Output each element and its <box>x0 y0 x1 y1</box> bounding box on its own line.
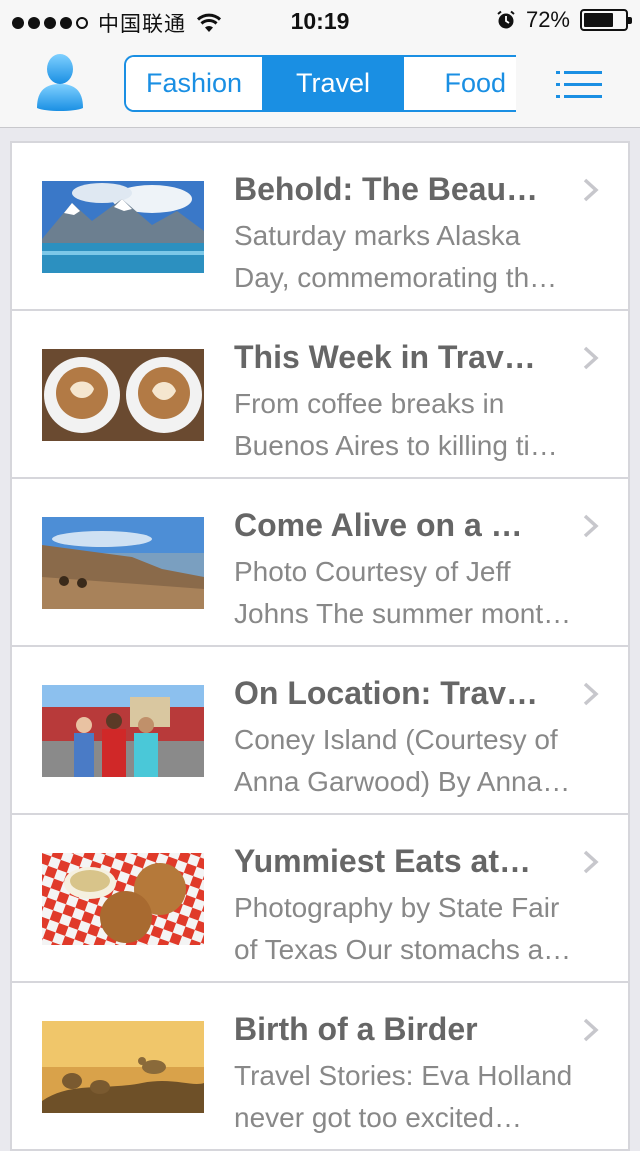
people-boardwalk-photo <box>42 685 204 777</box>
article-title: This Week in Trav… <box>234 339 536 375</box>
list-menu-icon[interactable] <box>556 70 602 100</box>
article-title: Behold: The Beau… <box>234 171 539 207</box>
article-row[interactable]: On Location: Trav… Coney Island (Courtes… <box>10 645 630 815</box>
birds-sunset-photo <box>42 1021 204 1113</box>
chevron-right-icon <box>583 514 599 538</box>
tab-travel[interactable]: Travel <box>264 57 404 110</box>
mountain-lake-photo <box>42 181 204 273</box>
article-description: From coffee breaks in Buenos Aires to ki… <box>234 388 558 461</box>
status-bar: 中国联通 10:19 72% <box>0 0 640 40</box>
article-list: Behold: The Beau… Saturday marks Alaska … <box>10 141 630 1151</box>
article-row[interactable]: Birth of a Birder Travel Stories: Eva Ho… <box>10 981 630 1151</box>
article-description: Photography by State Fair of Texas Our s… <box>234 892 572 965</box>
article-title: Come Alive on a … <box>234 507 523 543</box>
article-row[interactable]: This Week in Trav… From coffee breaks in… <box>10 309 630 479</box>
category-segmented-control: Fashion Travel Food <box>124 55 516 112</box>
article-title: Birth of a Birder <box>234 1011 478 1047</box>
nav-bar: Fashion Travel Food <box>0 40 640 128</box>
tab-fashion[interactable]: Fashion <box>126 57 264 110</box>
article-description: Travel Stories: Eva Holland never got to… <box>234 1060 573 1133</box>
chevron-right-icon <box>583 1018 599 1042</box>
article-description: Saturday marks Alaska Day, commemorating… <box>234 220 558 293</box>
article-title: On Location: Trav… <box>234 675 539 711</box>
beach-photo <box>42 517 204 609</box>
tab-food[interactable]: Food <box>404 57 516 110</box>
latte-cups-photo <box>42 349 204 441</box>
chevron-right-icon <box>583 850 599 874</box>
battery-icon <box>580 9 632 31</box>
article-row[interactable]: Yummiest Eats at… Photography by State F… <box>10 813 630 983</box>
article-title: Yummiest Eats at… <box>234 843 531 879</box>
chevron-right-icon <box>583 178 599 202</box>
chevron-right-icon <box>583 346 599 370</box>
article-description: Photo Courtesy of Jeff Johns The summer … <box>234 556 572 629</box>
article-row[interactable]: Behold: The Beau… Saturday marks Alaska … <box>10 141 630 311</box>
fried-food-photo <box>42 853 204 945</box>
alarm-clock-icon <box>497 10 515 29</box>
article-description: Coney Island (Courtesy of Anna Garwood) … <box>234 724 571 797</box>
article-row[interactable]: Come Alive on a … Photo Courtesy of Jeff… <box>10 477 630 647</box>
battery-percent: 72% <box>525 7 570 32</box>
chevron-right-icon <box>583 682 599 706</box>
user-avatar-icon[interactable] <box>34 52 86 112</box>
